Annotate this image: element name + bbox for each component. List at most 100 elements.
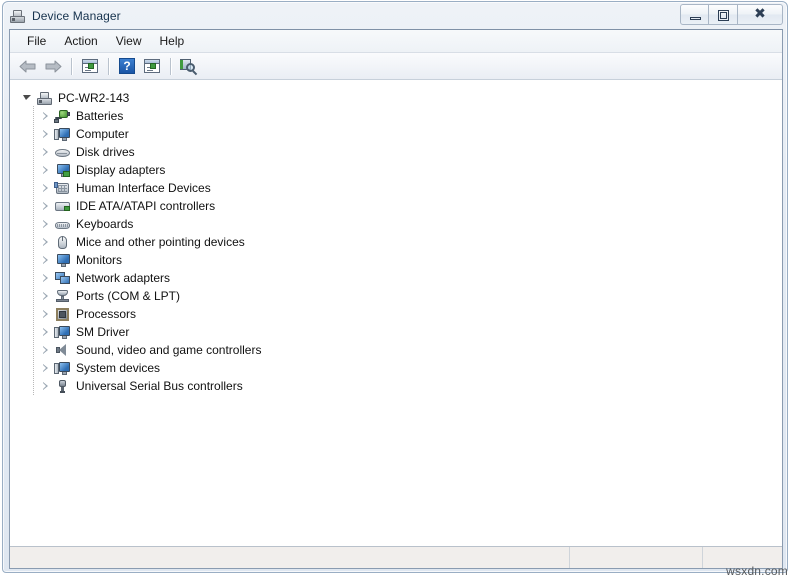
properties-button[interactable] [78,55,102,77]
menu-item-view[interactable]: View [107,32,151,51]
window-controls: ✖ [680,4,783,25]
expand-collapse-icon[interactable] [40,291,51,302]
menu-bar: File Action View Help [10,30,782,53]
tree-item-label: Processors [76,307,137,321]
back-arrow-icon [19,60,36,73]
update-driver-icon [144,59,160,73]
expand-collapse-icon[interactable] [40,237,51,248]
status-pane-secondary [569,547,702,568]
tree-item-sound-video-game-controllers[interactable]: Sound, video and game controllers [10,341,782,359]
expand-collapse-icon[interactable] [40,381,51,392]
network-adapter-icon [54,270,71,286]
tree-item-label: Network adapters [76,271,171,285]
status-pane-main [10,547,569,568]
close-button[interactable]: ✖ [738,4,783,25]
forward-arrow-icon [45,60,62,73]
battery-icon [54,108,71,124]
tree-item-label: System devices [76,361,161,375]
expand-collapse-icon [40,273,51,284]
forward-button[interactable] [41,55,65,77]
tree-item-label: Keyboards [76,217,134,231]
tree-item-label: Mice and other pointing devices [76,235,245,249]
expand-collapse-icon[interactable] [40,129,51,140]
expand-collapse-icon[interactable] [40,255,51,266]
help-icon: ? [119,58,135,74]
help-button[interactable]: ? [115,55,139,77]
tree-root-node[interactable]: PC-WR2-143 [10,89,782,107]
expand-collapse-icon[interactable] [22,93,33,104]
toolbar: ? [10,53,782,80]
tree-item-label: SM Driver [76,325,130,339]
tree-item-keyboards[interactable]: Keyboards [10,215,782,233]
tree-item-display-adapters[interactable]: Display adapters [10,161,782,179]
menu-item-action[interactable]: Action [55,32,106,51]
usb-icon [54,378,71,394]
minimize-button[interactable] [680,4,709,25]
expand-collapse-icon[interactable] [40,147,51,158]
keyboard-icon [54,216,71,232]
tree-item-label: IDE ATA/ATAPI controllers [76,199,216,213]
ide-controller-icon [54,198,71,214]
expand-collapse-icon[interactable] [40,219,51,230]
tree-item-label: Batteries [76,109,124,123]
processor-icon [54,306,71,322]
computer-icon [36,90,53,106]
sm-driver-icon [54,324,71,340]
tree-item-label: Sound, video and game controllers [76,343,262,357]
port-icon [54,288,71,304]
back-button[interactable] [16,55,40,77]
menu-item-file[interactable]: File [18,32,55,51]
tree-item-monitors[interactable]: Monitors [10,251,782,269]
hid-icon [54,180,71,196]
tree-item-network-adapters[interactable]: Network adapters [10,269,782,287]
expand-collapse-icon[interactable] [40,327,51,338]
tree-item-computer[interactable]: Computer [10,125,782,143]
tree-item-label: Human Interface Devices [76,181,211,195]
maximize-button[interactable] [709,4,738,25]
status-bar [10,546,782,568]
tree-item-disk-drives[interactable]: Disk drives [10,143,782,161]
tree-item-label: Disk drives [76,145,135,159]
expand-collapse-icon[interactable] [40,309,51,320]
tree-item-processors[interactable]: Processors [10,305,782,323]
tree-item-ports[interactable]: Ports (COM & LPT) [10,287,782,305]
tree-item-label: Monitors [76,253,123,267]
menu-item-help[interactable]: Help [151,32,194,51]
device-manager-window: Device Manager ✖ File Action View Help ?… [2,1,788,573]
tree-item-mice[interactable]: Mice and other pointing devices [10,233,782,251]
tree-item-ide-controllers[interactable]: IDE ATA/ATAPI controllers [10,197,782,215]
sound-icon [54,342,71,358]
tree-item-sm-driver[interactable]: SM Driver [10,323,782,341]
expand-collapse-icon[interactable] [40,363,51,374]
toolbar-separator [71,57,73,75]
client-area: File Action View Help ? PC-WR2-143 Batte… [9,29,783,569]
close-icon: ✖ [754,6,766,22]
tree-item-human-interface-devices[interactable]: Human Interface Devices [10,179,782,197]
toolbar-separator [108,57,110,75]
expand-collapse-icon[interactable] [40,111,51,122]
properties-icon [82,59,98,73]
toolbar-separator [170,57,172,75]
watermark: wsxdn.com [726,564,788,578]
expand-collapse-icon[interactable] [40,345,51,356]
scan-hardware-changes-button[interactable] [177,55,201,77]
tree-item-system-devices[interactable]: System devices [10,359,782,377]
mouse-icon [54,234,71,250]
window-title: Device Manager [32,8,121,23]
expand-collapse-icon[interactable] [40,165,51,176]
update-driver-button[interactable] [140,55,164,77]
tree-item-label: Ports (COM & LPT) [76,289,181,303]
title-bar: Device Manager [3,2,787,29]
tree-item-batteries[interactable]: Batteries [10,107,782,125]
display-adapter-icon [54,162,71,178]
expand-collapse-icon[interactable] [40,183,51,194]
tree-item-usb-controllers[interactable]: Universal Serial Bus controllers [10,377,782,395]
minimize-icon [690,17,701,20]
system-device-icon [54,360,71,376]
device-tree[interactable]: PC-WR2-143 Batteries Computer Disk drive… [10,80,782,546]
tree-item-label: Computer [76,127,129,141]
expand-collapse-icon[interactable] [40,201,51,212]
monitor-icon [54,252,71,268]
device-manager-icon [9,8,26,24]
disk-drive-icon [54,144,71,160]
